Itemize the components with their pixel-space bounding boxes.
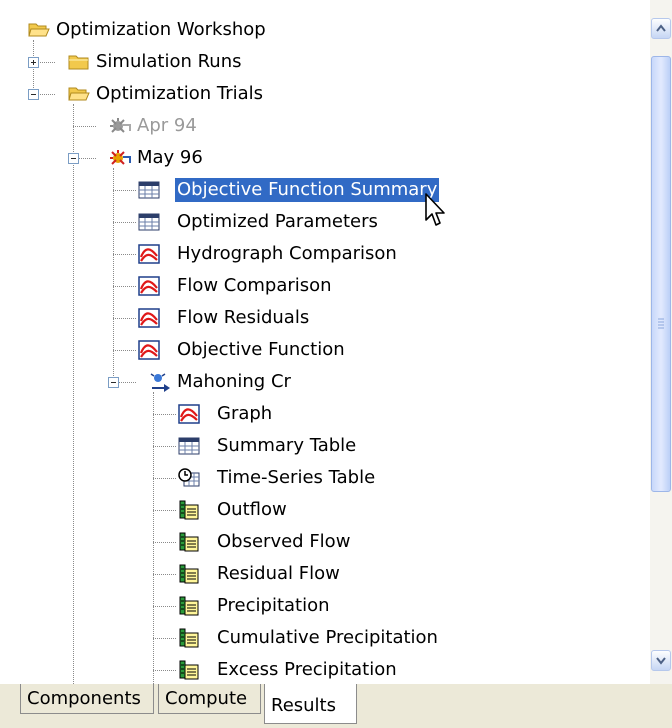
- tab-results-label: Results: [271, 695, 336, 716]
- tab-results[interactable]: Results: [264, 684, 357, 724]
- tree-connector-line: [153, 510, 176, 511]
- grip-icon: [658, 318, 664, 329]
- tree-node-simulation-runs[interactable]: Simulation Runs: [94, 50, 244, 74]
- collapse-optimization-trials-toggle[interactable]: [28, 89, 39, 100]
- tab-components[interactable]: Components: [20, 684, 154, 714]
- tree-node-apr94[interactable]: Apr 94: [135, 114, 199, 138]
- tab-strip: Components Compute Results: [0, 684, 672, 728]
- scroll-thumb[interactable]: [651, 56, 671, 492]
- tree-connector-line: [153, 542, 176, 543]
- tree-node-residual-flow[interactable]: Residual Flow: [215, 562, 342, 586]
- tree-node-cumulative-precipitation[interactable]: Cumulative Precipitation: [215, 626, 440, 650]
- graph-icon: [138, 340, 160, 360]
- tree-node-objective-function-summary[interactable]: Objective Function Summary: [175, 178, 440, 202]
- graph-icon: [138, 244, 160, 264]
- table-icon: [178, 436, 200, 456]
- mouse-pointer-icon: [425, 193, 445, 226]
- time-series-icon: [178, 628, 200, 648]
- tab-components-label: Components: [27, 688, 141, 709]
- tree-node-flow-comparison[interactable]: Flow Comparison: [175, 274, 334, 298]
- tree-connector-line: [153, 414, 176, 415]
- tree-connector-line: [113, 318, 136, 319]
- tree-node-may96[interactable]: May 96: [135, 146, 205, 170]
- tree-connector-line: [153, 574, 176, 575]
- folder-closed-icon: [68, 52, 90, 72]
- tree-connector-line: [113, 286, 136, 287]
- results-tree[interactable]: Optimization Workshop Simulation Runs Op…: [0, 0, 650, 684]
- tree-node-mahoning-cr[interactable]: Mahoning Cr: [175, 370, 293, 394]
- tree-node-excess-precipitation[interactable]: Excess Precipitation: [215, 658, 399, 682]
- time-series-icon: [178, 660, 200, 680]
- tree-node-time-series-table[interactable]: Time-Series Table: [215, 466, 377, 490]
- tree-connector-line: [153, 392, 154, 684]
- tree-connector-line: [73, 104, 74, 684]
- folder-open-icon: [68, 84, 90, 104]
- tree-node-flow-residuals[interactable]: Flow Residuals: [175, 306, 311, 330]
- graph-icon: [138, 276, 160, 296]
- tree-node-objective-function[interactable]: Objective Function: [175, 338, 347, 362]
- time-series-table-icon: [178, 468, 200, 488]
- tree-node-optimized-parameters[interactable]: Optimized Parameters: [175, 210, 380, 234]
- table-icon: [138, 180, 160, 200]
- chevron-down-icon: [656, 657, 666, 665]
- tree-connector-line: [153, 478, 176, 479]
- tree-node-summary-table[interactable]: Summary Table: [215, 434, 358, 458]
- tree-connector-line: [73, 126, 96, 127]
- graph-icon: [178, 404, 200, 424]
- tree-connector-line: [113, 350, 136, 351]
- tree-node-optimization-workshop[interactable]: Optimization Workshop: [54, 18, 268, 42]
- tree-connector-line: [113, 190, 136, 191]
- tree-node-precipitation[interactable]: Precipitation: [215, 594, 332, 618]
- tree-connector-line: [153, 670, 176, 671]
- folder-open-icon: [28, 20, 50, 40]
- tree-connector-line: [153, 606, 176, 607]
- optimization-trial-inactive-icon: [109, 116, 131, 136]
- tree-connector-line: [113, 254, 136, 255]
- tab-compute-label: Compute: [165, 688, 248, 709]
- expand-simulation-runs-toggle[interactable]: [28, 57, 39, 68]
- tree-node-outflow[interactable]: Outflow: [215, 498, 289, 522]
- tree-node-observed-flow[interactable]: Observed Flow: [215, 530, 352, 554]
- optimization-trial-active-icon: [109, 148, 131, 168]
- tree-connector-line: [153, 638, 176, 639]
- tree-node-graph[interactable]: Graph: [215, 402, 274, 426]
- scroll-up-button[interactable]: [651, 18, 671, 39]
- collapse-may96-toggle[interactable]: [68, 153, 79, 164]
- tree-connector-line: [113, 222, 136, 223]
- collapse-mahoning-cr-toggle[interactable]: [108, 377, 119, 388]
- tree-node-optimization-trials[interactable]: Optimization Trials: [94, 82, 265, 106]
- time-series-icon: [178, 564, 200, 584]
- tree-node-hydrograph-comparison[interactable]: Hydrograph Comparison: [175, 242, 399, 266]
- sink-element-icon: [150, 372, 172, 392]
- time-series-icon: [178, 532, 200, 552]
- time-series-icon: [178, 500, 200, 520]
- tree-connector-line: [153, 446, 176, 447]
- table-icon: [138, 212, 160, 232]
- tab-compute[interactable]: Compute: [158, 684, 261, 714]
- time-series-icon: [178, 596, 200, 616]
- chevron-up-icon: [656, 24, 666, 32]
- graph-icon: [138, 308, 160, 328]
- scroll-down-button[interactable]: [651, 650, 671, 671]
- vertical-scrollbar[interactable]: [650, 0, 672, 684]
